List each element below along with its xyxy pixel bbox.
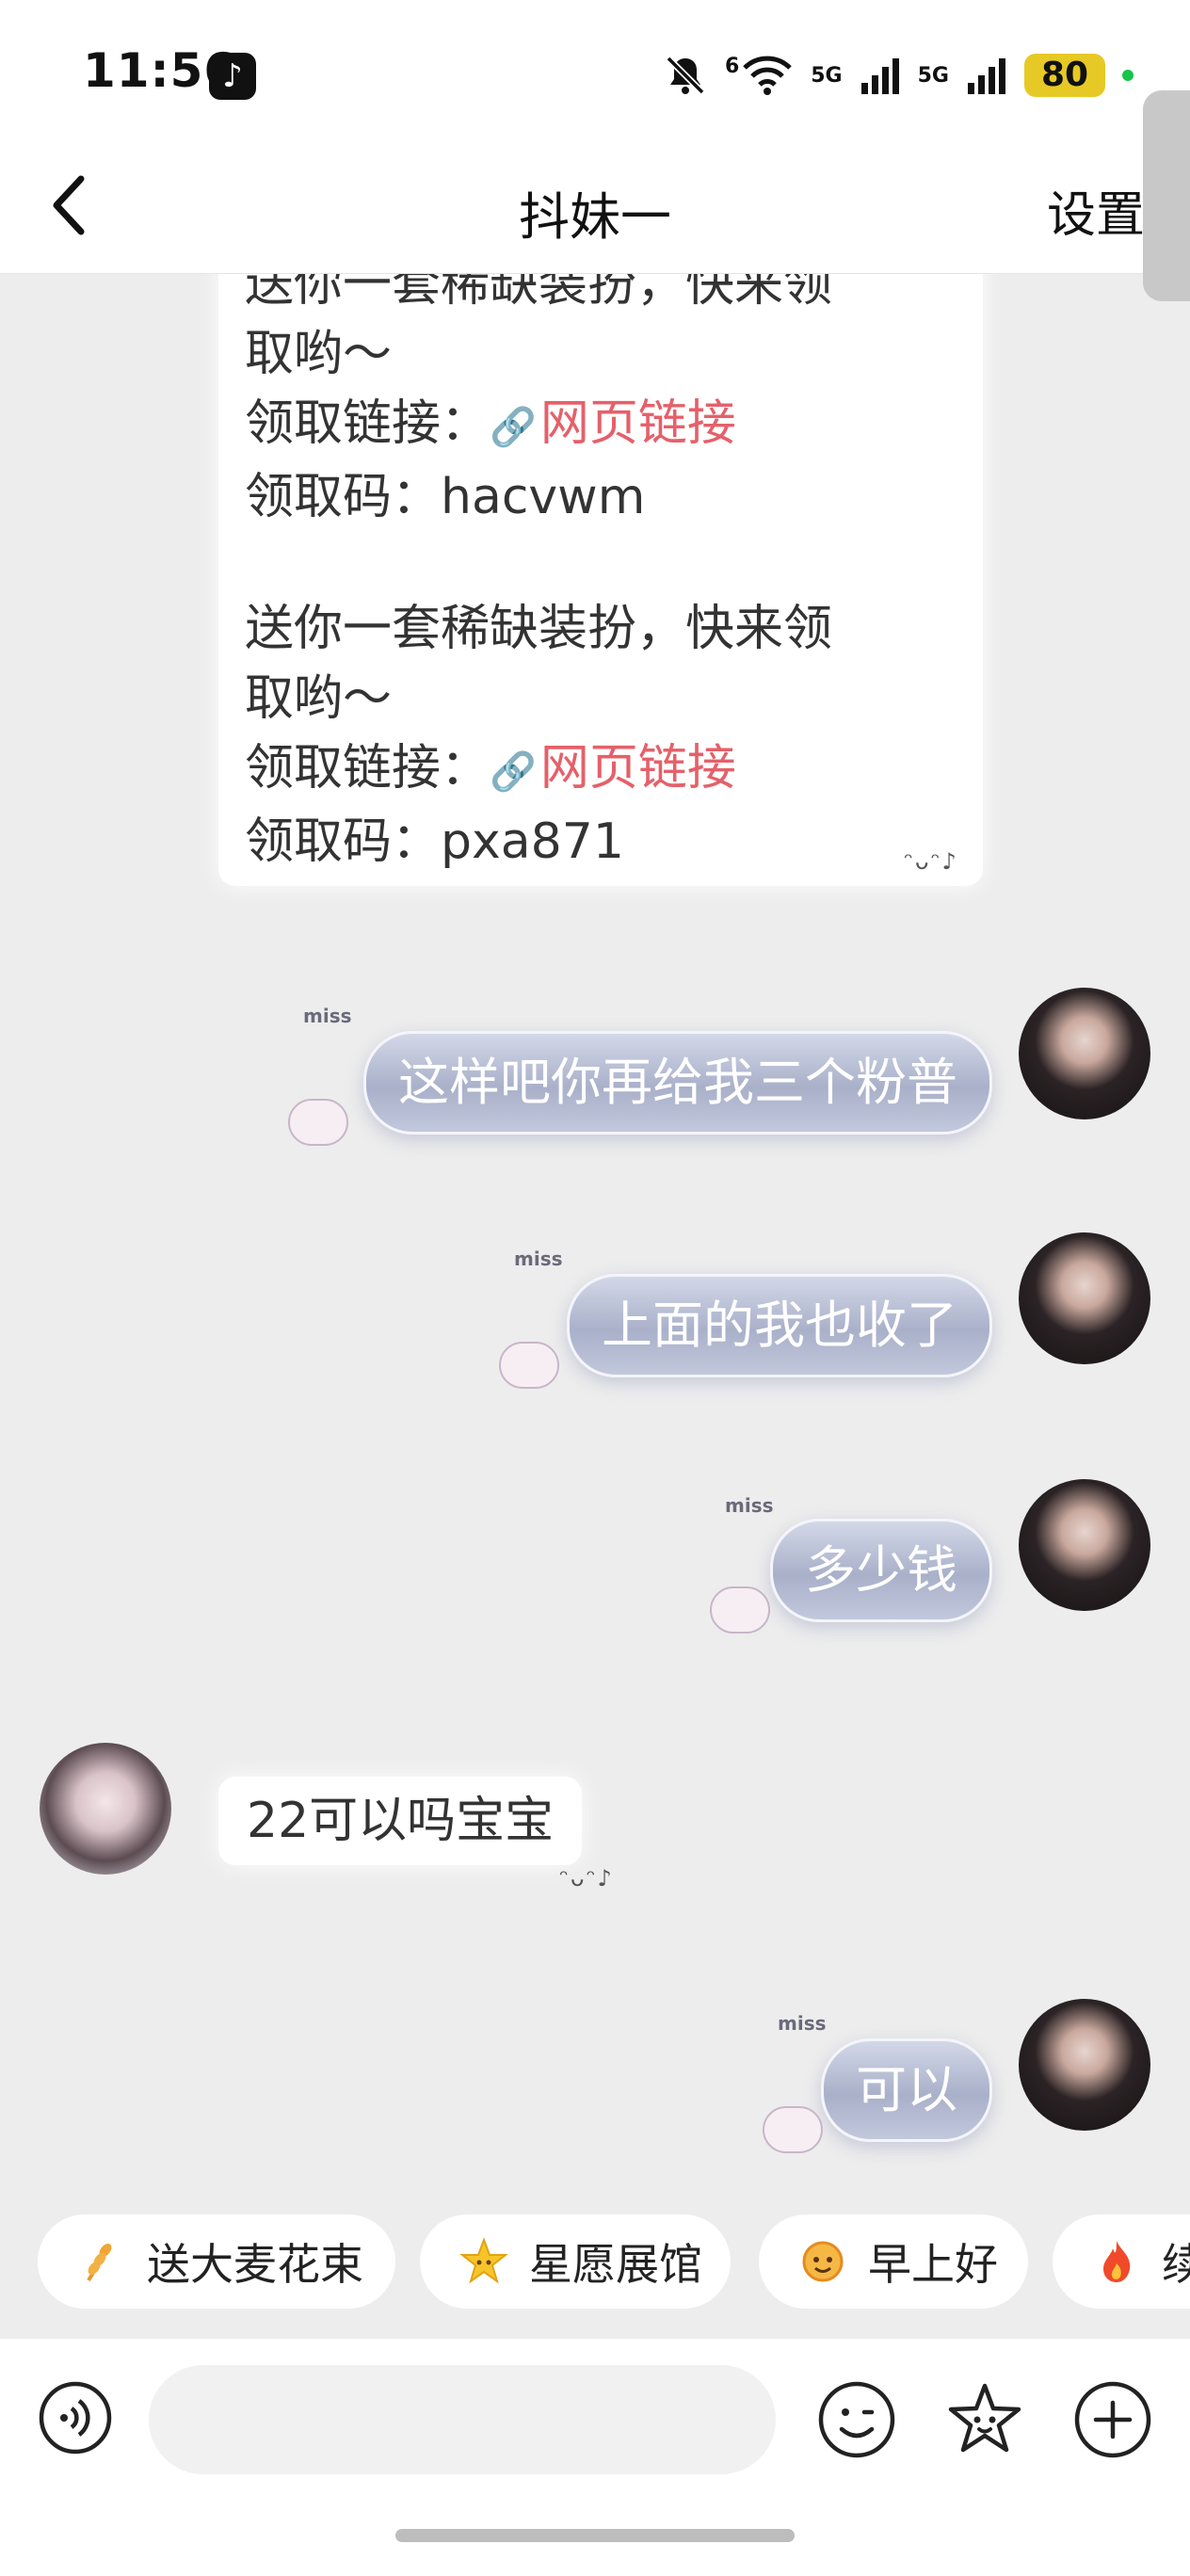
fire-icon xyxy=(1103,2241,1131,2282)
sent-message-bubble[interactable]: 这样吧你再给我三个粉普 xyxy=(363,1031,992,1135)
link-chain-icon: 🔗 xyxy=(490,750,537,794)
bubble-sticker-icon xyxy=(710,1586,770,1634)
wheat-icon xyxy=(87,2244,112,2282)
quick-reply-label: 星愿展馆 xyxy=(529,2239,702,2290)
message-list[interactable]: 送你一套稀缺装扮，快来领 取哟～ 领取链接：🔗网页链接 领取码：hacvwm 送… xyxy=(0,274,1190,2206)
bubble-decoration-icon: ᵔᴗᵔ♪ xyxy=(904,848,958,875)
received-message-text: 22可以吗宝宝 xyxy=(247,1793,555,1849)
offer-message-bubble[interactable]: 送你一套稀缺装扮，快来领 取哟～ 领取链接：🔗网页链接 领取码：hacvwm 送… xyxy=(218,274,983,886)
chat-title: 抖妹一 xyxy=(519,187,671,247)
sent-message-bubble[interactable]: 可以 xyxy=(821,2038,992,2142)
sent-message-bubble[interactable]: 上面的我也收了 xyxy=(567,1274,992,1377)
voice-input-icon[interactable] xyxy=(38,2380,113,2455)
status-icons: 6 5G 5G 80 xyxy=(663,47,1134,104)
signal-icon xyxy=(860,58,899,94)
sent-message-bubble[interactable]: 多少钱 xyxy=(770,1519,992,1622)
network-label-2: 5G xyxy=(917,63,949,88)
settings-button[interactable]: 设置 xyxy=(1047,175,1145,246)
sticker-tag: miss xyxy=(778,2012,827,2035)
offer-text-line: 取哟～ xyxy=(245,326,393,382)
battery-indicator: 80 xyxy=(1024,54,1105,97)
quick-reply-chip[interactable]: 早上好 xyxy=(759,2214,1028,2309)
web-link[interactable]: 网页链接 xyxy=(540,740,736,797)
quick-reply-chip[interactable]: 星愿展馆 xyxy=(420,2214,731,2309)
link-label: 领取链接： xyxy=(245,395,490,452)
add-plus-icon[interactable] xyxy=(1073,2380,1152,2459)
tiktok-notification-icon: ♪ xyxy=(209,53,256,100)
bubble-decoration-icon: ᵔᴗᵔ♪ xyxy=(559,1865,614,1892)
quick-reply-label: 早上好 xyxy=(868,2239,998,2290)
message-input[interactable] xyxy=(149,2365,776,2474)
quick-reply-label: 续 xyxy=(1162,2239,1190,2290)
received-message-bubble[interactable]: 22可以吗宝宝 xyxy=(218,1777,583,1865)
wifi-tag: 6 xyxy=(724,54,740,78)
bubble-sticker-icon xyxy=(763,2106,823,2153)
my-avatar[interactable] xyxy=(1019,1479,1150,1611)
link-label: 领取链接： xyxy=(245,740,490,797)
input-bar xyxy=(0,2339,1190,2576)
quick-reply-bar[interactable]: 送大麦花束 星愿展馆 早上好 续 xyxy=(0,2214,1190,2312)
offer-spacer xyxy=(245,532,960,594)
network-label-1: 5G xyxy=(811,63,843,88)
privacy-dot-icon xyxy=(1122,70,1134,81)
link-chain-icon: 🔗 xyxy=(490,406,537,449)
mute-bell-icon xyxy=(666,56,705,95)
sticker-tag: miss xyxy=(514,1248,563,1270)
my-avatar[interactable] xyxy=(1019,1999,1150,2131)
offer-text-line: 取哟～ xyxy=(245,670,393,727)
quick-reply-chip[interactable]: 送大麦花束 xyxy=(38,2214,395,2309)
sticker-star-icon[interactable] xyxy=(945,2380,1024,2459)
offer-code: 领取码：pxa871 xyxy=(245,813,624,870)
status-bar: 11:56 ♪ 6 5G 5G 80 xyxy=(0,0,1190,141)
offer-text-line: 送你一套稀缺装扮，快来领 xyxy=(245,601,833,657)
web-link[interactable]: 网页链接 xyxy=(540,395,736,452)
star-face-icon xyxy=(459,2237,508,2284)
bubble-sticker-icon xyxy=(288,1099,348,1146)
chat-header: 抖妹一 设置 xyxy=(0,141,1190,274)
my-avatar[interactable] xyxy=(1019,988,1150,1119)
quick-reply-chip[interactable]: 续 xyxy=(1053,2214,1190,2309)
sun-face-icon xyxy=(802,2241,844,2282)
signal-icon-2 xyxy=(968,58,1005,94)
offer-code: 领取码：hacvwm xyxy=(245,469,646,525)
emoji-icon[interactable] xyxy=(817,2380,896,2459)
quick-reply-label: 送大麦花束 xyxy=(147,2239,363,2290)
offer-link-row: 领取链接：🔗网页链接 xyxy=(245,389,960,462)
home-indicator[interactable] xyxy=(395,2529,795,2542)
offer-clipped-line: 送你一套稀缺装扮，快来领 xyxy=(245,274,833,313)
sticker-tag: miss xyxy=(303,1005,352,1027)
contact-avatar[interactable] xyxy=(40,1743,171,1875)
wifi-icon xyxy=(743,56,793,95)
bubble-sticker-icon xyxy=(499,1342,559,1389)
offer-link-row: 领取链接：🔗网页链接 xyxy=(245,733,960,807)
my-avatar[interactable] xyxy=(1019,1232,1150,1364)
sticker-tag: miss xyxy=(725,1494,774,1517)
scroll-handle[interactable] xyxy=(1143,90,1190,301)
